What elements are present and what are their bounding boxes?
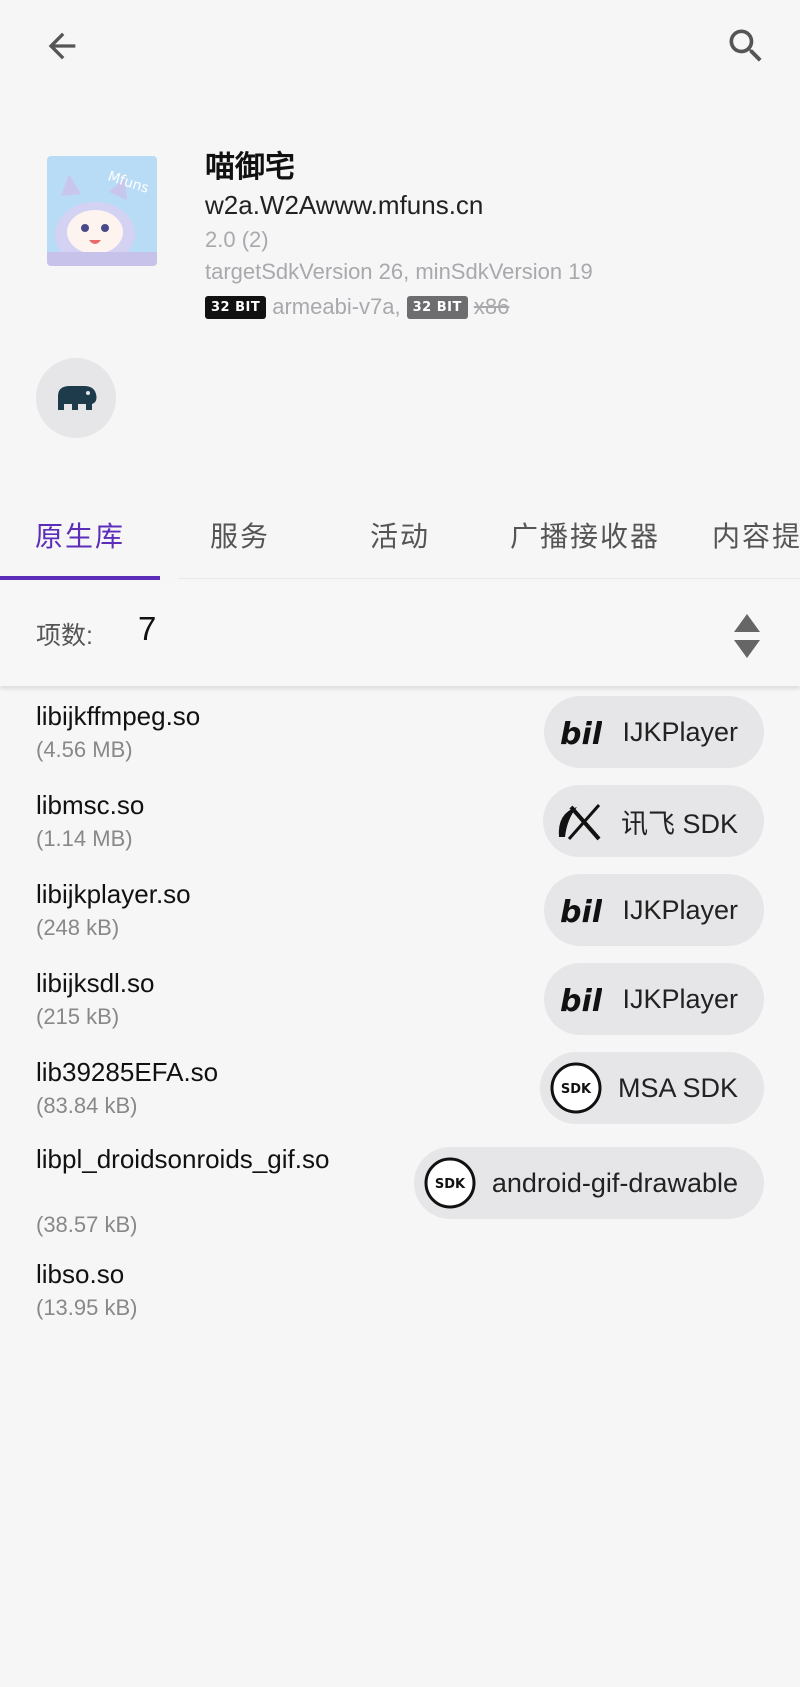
sort-icon[interactable] (732, 612, 762, 660)
tab-native-libs[interactable]: 原生库 (0, 490, 160, 580)
library-name: libijkffmpeg.so (36, 701, 201, 731)
library-chip[interactable]: bili IJKPlayer (544, 963, 764, 1035)
abi-badge: 32 BIT (205, 295, 267, 319)
library-name: libmsc.so (36, 790, 145, 820)
chip-label: IJKPlayer (622, 716, 738, 747)
chip-label: IJKPlayer (622, 894, 738, 925)
library-chip[interactable]: 讯飞 SDK (542, 785, 764, 857)
library-name: libso.so (36, 1259, 125, 1289)
sdk-icon: SDK (548, 1060, 604, 1116)
chip-label: 讯飞 SDK (620, 808, 738, 839)
tab-receivers[interactable]: 广播接收器 (495, 490, 675, 580)
library-size: (83.84 kB) (36, 1093, 138, 1118)
bilibili-icon: bili (552, 704, 608, 760)
count-value: 7 (138, 610, 157, 647)
iflytek-icon (551, 793, 607, 849)
abi-badge: 32 BIT (406, 295, 468, 319)
library-size: (13.95 kB) (36, 1295, 138, 1320)
library-name: libijkplayer.so (36, 879, 191, 909)
abi-row: 32 BIT armeabi-v7a, 32 BIT x86 (205, 294, 593, 320)
count-label: 项数: (36, 622, 93, 650)
library-chip[interactable]: bili IJKPlayer (544, 696, 764, 768)
sdk-version-text: targetSdkVersion 26, minSdkVersion 19 (205, 259, 593, 284)
library-size: (1.14 MB) (36, 826, 133, 851)
tab-providers[interactable]: 内容提 (712, 490, 800, 580)
abi-value-unsupported: x86 (473, 294, 510, 319)
search-icon[interactable] (716, 16, 776, 76)
abi-value: armeabi-v7a, (272, 294, 401, 319)
library-size: (248 kB) (36, 915, 120, 940)
bilibili-icon: bili (552, 971, 608, 1027)
library-chip[interactable]: SDK android-gif-drawable (413, 1147, 764, 1219)
tab-bar: 原生库 服务 活动 广播接收器 内容提 (0, 490, 800, 580)
svg-text:bili: bili (560, 984, 602, 1019)
chip-label: IJKPlayer (622, 983, 738, 1014)
divider (178, 578, 800, 579)
svg-text:SDK: SDK (435, 1177, 466, 1192)
app-icon: Mfuns (47, 156, 157, 266)
library-chip[interactable]: bili IJKPlayer (544, 874, 764, 946)
tab-services[interactable]: 服务 (160, 490, 320, 580)
svg-text:bili: bili (560, 717, 602, 752)
app-name: 喵御宅 (205, 151, 295, 184)
top-app-bar (0, 0, 800, 96)
elephant-icon[interactable] (36, 358, 116, 438)
library-chip[interactable]: SDK MSA SDK (539, 1052, 764, 1124)
chip-label: MSA SDK (617, 1072, 738, 1103)
package-name: w2a.W2Awww.mfuns.cn (205, 190, 484, 220)
library-name: libpl_droidsonroids_gif.so (36, 1144, 330, 1174)
version-text: 2.0 (2) (205, 227, 269, 252)
library-size: (4.56 MB) (36, 737, 133, 762)
app-header: Mfuns 喵御宅 w2a.W2Awww.mfuns.cn 2.0 (2) ta… (0, 150, 800, 330)
bilibili-icon: bili (552, 882, 608, 938)
tab-indicator (0, 576, 160, 580)
chip-label: android-gif-drawable (491, 1167, 738, 1198)
svg-text:bili: bili (560, 895, 602, 930)
tab-activities[interactable]: 活动 (320, 490, 480, 580)
back-arrow-icon[interactable] (32, 16, 92, 76)
library-name: lib39285EFA.so (36, 1057, 219, 1087)
count-bar: 项数: 7 (0, 582, 800, 686)
library-size: (38.57 kB) (36, 1212, 138, 1237)
library-name: libijksdl.so (36, 968, 155, 998)
sdk-icon: SDK (422, 1155, 478, 1211)
library-size: (215 kB) (36, 1004, 120, 1029)
svg-text:SDK: SDK (561, 1082, 592, 1097)
